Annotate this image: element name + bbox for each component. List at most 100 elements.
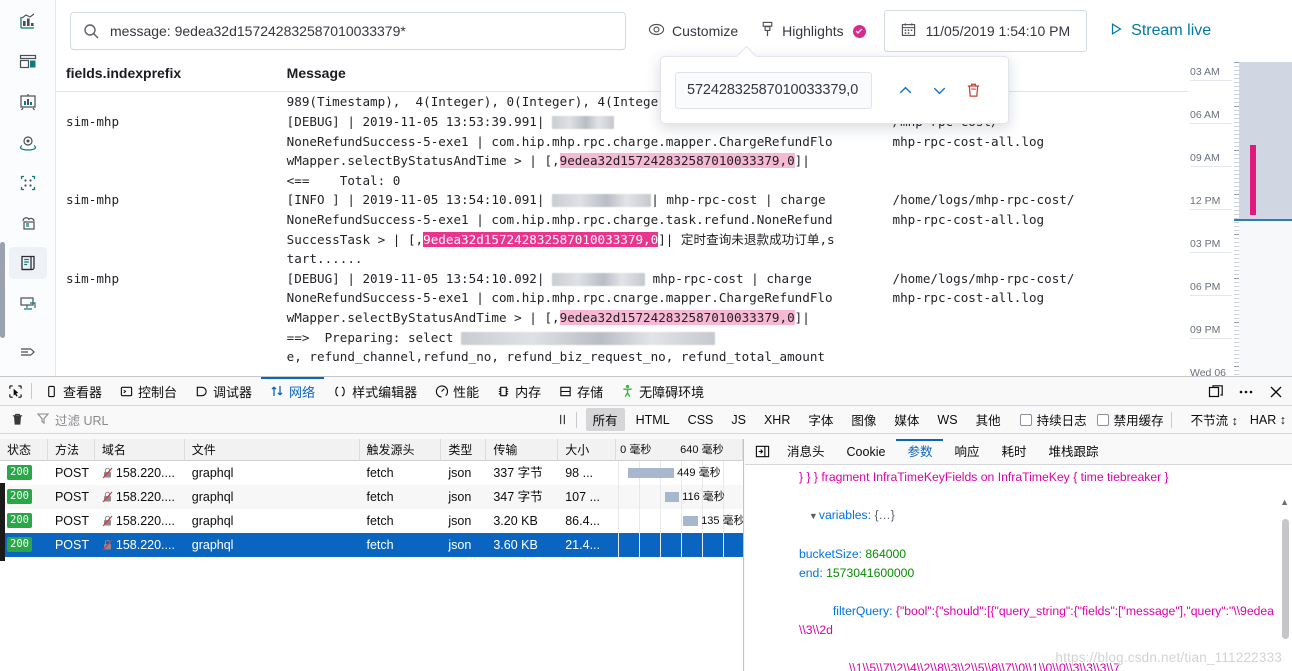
network-row[interactable]: 200 POST 158.220.... graphql fetch json 3.20 K… bbox=[0, 509, 743, 533]
devtools-tab-label: 控制台 bbox=[138, 384, 178, 400]
filter-type-0[interactable]: 所有 bbox=[585, 408, 625, 431]
clear-requests-icon[interactable] bbox=[10, 412, 25, 427]
devtools-tab-2[interactable]: 调试器 bbox=[186, 377, 261, 406]
dashboard-icon[interactable] bbox=[9, 46, 47, 78]
devtools-tab-3[interactable]: 网络 bbox=[261, 377, 324, 406]
col-transferred[interactable]: 传输 bbox=[486, 439, 559, 461]
har-menu[interactable]: HAR ↕ bbox=[1250, 413, 1286, 427]
scroll-up-arrow-icon[interactable]: ▲ bbox=[1280, 497, 1289, 507]
col-status[interactable]: 状态 bbox=[0, 439, 48, 461]
debugger-icon bbox=[195, 385, 208, 398]
timeline-ruler-tick bbox=[1234, 210, 1239, 211]
filter-type-4[interactable]: XHR bbox=[757, 411, 797, 429]
log-row[interactable]: sim-mhp [DEBUG] | 2019-11-05 13:54:10.092… bbox=[56, 269, 1188, 347]
app-root: message: 9edea32d157242832587010033379* … bbox=[0, 0, 1292, 671]
filter-type-3[interactable]: JS bbox=[724, 411, 753, 429]
highlight-delete-button[interactable] bbox=[956, 73, 990, 107]
collapse-icon[interactable] bbox=[9, 336, 47, 368]
detail-tab-3[interactable]: 响应 bbox=[943, 439, 990, 465]
col-initiator[interactable]: 触发源头 bbox=[360, 439, 442, 461]
log-row[interactable]: sim-mhp [INFO ] | 2019-11-05 13:54:10.091… bbox=[56, 190, 1188, 268]
devtools-tab-8[interactable]: 无障碍环境 bbox=[612, 377, 713, 406]
har-label: HAR bbox=[1249, 412, 1277, 427]
rail-scrollbar[interactable] bbox=[0, 242, 5, 338]
filter-type-9[interactable]: 其他 bbox=[969, 408, 1008, 431]
network-row[interactable]: 200 POST 158.220.... graphql fetch json 3.60 K… bbox=[0, 533, 743, 557]
timeline-ruler-tick bbox=[1234, 138, 1239, 139]
pause-icon[interactable] bbox=[556, 413, 569, 426]
highlights-button[interactable]: Highlights bbox=[760, 21, 866, 41]
search-input[interactable]: message: 9edea32d157242832587010033379* bbox=[70, 12, 626, 50]
customize-button[interactable]: Customize bbox=[648, 21, 738, 41]
devtools-tab-0[interactable]: 查看器 bbox=[36, 377, 111, 406]
filter-type-5[interactable]: 字体 bbox=[801, 408, 840, 431]
maps-icon[interactable] bbox=[9, 127, 47, 159]
dock-icon[interactable] bbox=[1208, 384, 1224, 400]
detail-tab-5[interactable]: 堆栈跟踪 bbox=[1037, 439, 1109, 465]
col-method[interactable]: 方法 bbox=[48, 439, 95, 461]
devtools-tab-7[interactable]: 存储 bbox=[550, 377, 612, 406]
filter-url-input[interactable]: 过滤 URL bbox=[36, 410, 108, 429]
presentation-icon[interactable] bbox=[9, 86, 47, 118]
detail-tab-4[interactable]: 耗时 bbox=[990, 439, 1037, 465]
more-options-icon[interactable] bbox=[1238, 384, 1254, 400]
detail-scrollbar[interactable]: ▲ bbox=[1280, 467, 1290, 669]
metrics-icon[interactable] bbox=[9, 6, 47, 38]
variables-node[interactable]: ▼variables: {…} bbox=[753, 487, 1278, 545]
machine-learning-icon[interactable] bbox=[9, 167, 47, 199]
filter-type-2[interactable]: CSS bbox=[681, 411, 721, 429]
stream-live-button[interactable]: Stream live bbox=[1109, 22, 1211, 41]
devtools-tab-6[interactable]: 内存 bbox=[488, 377, 550, 406]
highlight-term-input[interactable]: 57242832587010033379,0 bbox=[675, 71, 872, 109]
element-picker-icon[interactable] bbox=[8, 384, 23, 399]
timeline-ruler-tick bbox=[1234, 366, 1239, 367]
highlight-prev-button[interactable] bbox=[888, 73, 922, 107]
highlight-next-button[interactable] bbox=[922, 73, 956, 107]
persist-logs-checkbox[interactable]: 持续日志 bbox=[1019, 410, 1087, 429]
graphql-fragment-line: } } } fragment InfraTimeKeyFields on Inf… bbox=[799, 470, 1169, 484]
log-row[interactable]: sim-mhp [DEBUG] | 2019-11-05 13:53:39.991… bbox=[56, 112, 1188, 190]
log-minimap-timeline[interactable]: 03 AM 06 AM 09 AM 12 PM 03 PM 06 PM 09 PM Wed 0… bbox=[1188, 62, 1292, 376]
filter-type-6[interactable]: 图像 bbox=[844, 408, 883, 431]
network-size: 86.4... bbox=[565, 514, 600, 528]
col-domain[interactable]: 域名 bbox=[95, 439, 185, 461]
date-picker[interactable]: 11/05/2019 1:54:10 PM bbox=[883, 10, 1088, 52]
infrastructure-icon[interactable] bbox=[9, 207, 47, 239]
disable-cache-checkbox[interactable]: 禁用缓存 bbox=[1096, 410, 1164, 429]
timeline-ruler-tick bbox=[1234, 230, 1239, 231]
detail-tab-2[interactable]: 参数 bbox=[896, 439, 943, 465]
detail-tab-1[interactable]: Cookie bbox=[836, 439, 897, 465]
detail-tab-0[interactable]: 消息头 bbox=[776, 439, 836, 465]
timeline-ruler-tick bbox=[1234, 182, 1239, 183]
timeline-ruler-tick bbox=[1234, 354, 1239, 355]
col-waterfall[interactable]: 0 毫秒 640 毫秒 bbox=[616, 439, 743, 461]
waterfall-gridline bbox=[618, 485, 620, 509]
filter-type-7[interactable]: 媒体 bbox=[887, 408, 926, 431]
detail-toggle-icon[interactable] bbox=[749, 444, 776, 459]
waterfall-gridline bbox=[660, 533, 662, 557]
apm-icon[interactable] bbox=[9, 287, 47, 319]
col-type[interactable]: 类型 bbox=[441, 439, 487, 461]
detail-scroll-thumb[interactable] bbox=[1282, 519, 1289, 639]
close-icon[interactable] bbox=[1268, 384, 1284, 400]
col-file[interactable]: 文件 bbox=[185, 439, 360, 461]
network-rows[interactable]: 200 POST 158.220.... graphql fetch json 337 字节… bbox=[0, 461, 743, 557]
devtools-tab-4[interactable]: 样式编辑器 bbox=[324, 377, 426, 406]
network-row[interactable]: 200 POST 158.220.... graphql fetch json 337 字节… bbox=[0, 461, 743, 485]
filter-type-8[interactable]: WS bbox=[930, 411, 964, 429]
devtools-tab-1[interactable]: 控制台 bbox=[111, 377, 186, 406]
timeline-ruler-tick bbox=[1234, 302, 1239, 303]
network-row[interactable]: 200 POST 158.220.... graphql fetch json 347 字节… bbox=[0, 485, 743, 509]
insecure-icon bbox=[102, 539, 113, 551]
throttle-select[interactable]: 不节流 ↕ bbox=[1191, 410, 1238, 429]
col-size[interactable]: 大小 bbox=[558, 439, 617, 461]
column-header-indexprefix[interactable]: fields.indexprefix bbox=[56, 65, 287, 81]
filter-type-1[interactable]: HTML bbox=[629, 411, 677, 429]
log-entries[interactable]: 989(Timestamp), 4(Integer), 0(Integer), … bbox=[56, 92, 1188, 376]
timeline-ruler-tick bbox=[1234, 370, 1239, 371]
filter-right-controls: 所有 HTML CSS JS XHR 字体 图像 媒体 WS 其他 持续日志 禁用缓存 不节流 ↕… bbox=[556, 408, 1286, 431]
detail-params-body[interactable]: } } } fragment InfraTimeKeyFields on Inf… bbox=[745, 465, 1292, 671]
devtools-tab-5[interactable]: 性能 bbox=[426, 377, 488, 406]
sidebar-item-logs[interactable] bbox=[8, 247, 47, 280]
network-left-scrollbar[interactable] bbox=[0, 483, 5, 561]
